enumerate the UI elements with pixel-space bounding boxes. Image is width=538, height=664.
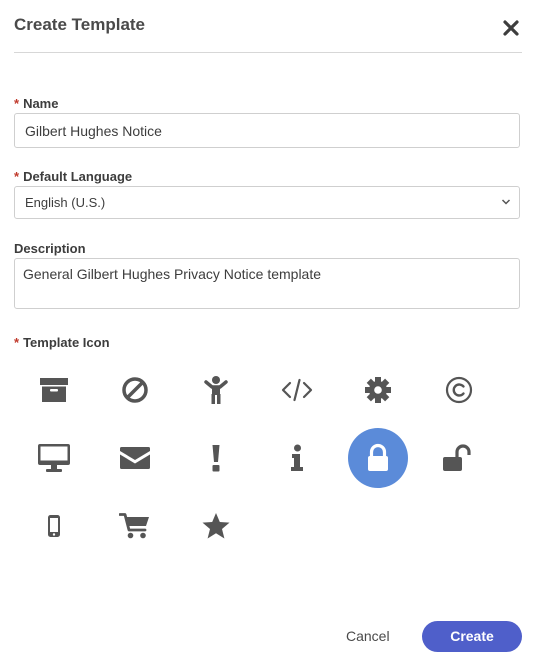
dialog-title: Create Template bbox=[14, 15, 146, 34]
cart-icon[interactable] bbox=[105, 496, 165, 556]
mobile-icon[interactable] bbox=[24, 496, 84, 556]
cancel-button[interactable]: Cancel bbox=[346, 628, 390, 644]
description-label-text: Description bbox=[14, 241, 86, 256]
dialog-header: Create Template bbox=[14, 14, 522, 53]
archive-icon[interactable] bbox=[24, 360, 84, 420]
copyright-icon[interactable] bbox=[429, 360, 489, 420]
required-mark: * bbox=[14, 169, 20, 184]
template-icon-label: * Template Icon bbox=[14, 335, 110, 350]
gear-icon[interactable] bbox=[348, 360, 408, 420]
desktop-icon[interactable] bbox=[24, 428, 84, 488]
exclamation-icon[interactable] bbox=[186, 428, 246, 488]
name-label: * Name bbox=[14, 96, 58, 111]
code-icon[interactable] bbox=[267, 360, 327, 420]
child-icon[interactable] bbox=[186, 360, 246, 420]
template-icon-label-text: Template Icon bbox=[23, 335, 110, 350]
info-icon[interactable] bbox=[267, 428, 327, 488]
description-label: Description bbox=[14, 241, 86, 256]
required-mark: * bbox=[14, 96, 20, 111]
language-label: * Default Language bbox=[14, 169, 132, 184]
chevron-down-icon bbox=[501, 199, 511, 205]
create-button[interactable]: Create bbox=[422, 621, 522, 652]
lock-icon[interactable] bbox=[348, 428, 408, 488]
required-mark: * bbox=[14, 335, 20, 350]
description-textarea[interactable]: General Gilbert Hughes Privacy Notice te… bbox=[14, 258, 520, 309]
star-icon[interactable] bbox=[186, 496, 246, 556]
unlock-icon[interactable] bbox=[429, 428, 489, 488]
language-select[interactable]: English (U.S.) bbox=[14, 186, 520, 219]
ban-icon[interactable] bbox=[105, 360, 165, 420]
close-icon[interactable] bbox=[500, 17, 522, 39]
language-select-value: English (U.S.) bbox=[25, 195, 106, 210]
envelope-icon[interactable] bbox=[105, 428, 165, 488]
name-label-text: Name bbox=[23, 96, 59, 111]
language-label-text: Default Language bbox=[23, 169, 133, 184]
name-input[interactable] bbox=[14, 113, 520, 148]
